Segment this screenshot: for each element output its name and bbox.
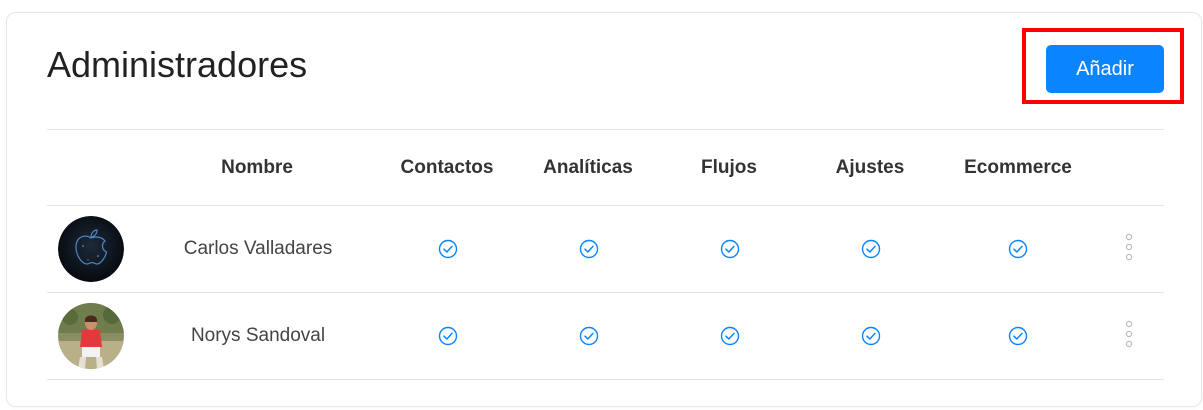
check-circle-icon[interactable] (579, 326, 599, 346)
column-header-flujos: Flujos (701, 157, 757, 178)
column-header-nombre: Nombre (221, 157, 293, 178)
page-title: Administradores (47, 44, 308, 85)
column-header-ajustes: Ajustes (835, 157, 905, 178)
check-circle-icon[interactable] (720, 239, 740, 259)
add-button[interactable]: Añadir (1046, 45, 1164, 93)
check-circle-icon[interactable] (861, 326, 881, 346)
check-circle-icon[interactable] (438, 239, 458, 259)
check-circle-icon[interactable] (438, 326, 458, 346)
table-row: Carlos Valladares (0, 205, 1203, 293)
more-vertical-icon[interactable] (1122, 320, 1136, 350)
column-header-contactos: Contactos (400, 157, 494, 178)
divider-row-2 (47, 379, 1164, 380)
check-circle-icon[interactable] (579, 239, 599, 259)
check-circle-icon[interactable] (720, 326, 740, 346)
check-circle-icon[interactable] (1008, 326, 1028, 346)
apple-logo-avatar (58, 216, 124, 282)
column-header-ecommerce: Ecommerce (964, 157, 1072, 178)
column-header-analiticas: Analíticas (543, 157, 633, 178)
row-name: Norys Sandoval (190, 325, 326, 346)
more-vertical-icon[interactable] (1122, 233, 1136, 263)
divider-top (47, 129, 1164, 130)
person-photo-avatar (58, 303, 124, 369)
check-circle-icon[interactable] (1008, 239, 1028, 259)
table-row: Norys Sandoval (0, 292, 1203, 380)
check-circle-icon[interactable] (861, 239, 881, 259)
row-name: Carlos Valladares (183, 238, 333, 259)
